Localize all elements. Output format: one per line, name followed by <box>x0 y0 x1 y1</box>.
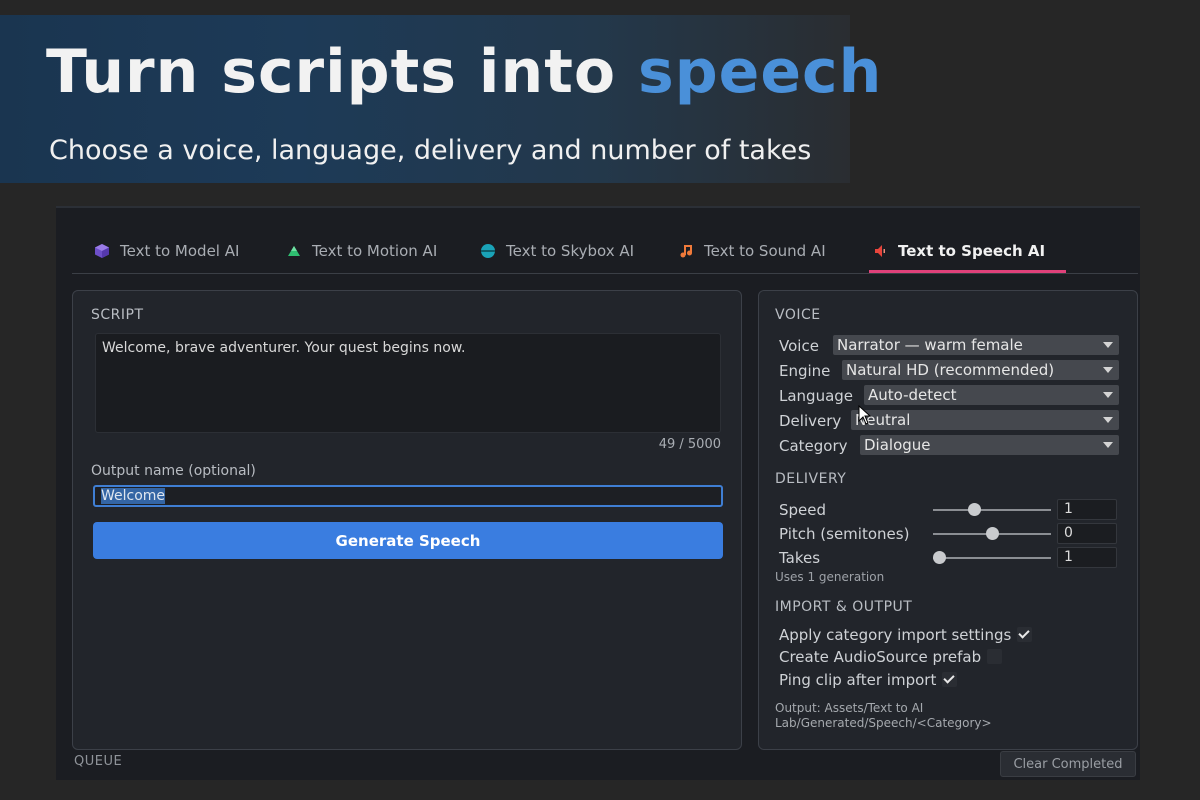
subtitle: Choose a voice, language, delivery and n… <box>49 135 812 166</box>
language-dropdown[interactable]: Auto-detect <box>864 385 1119 405</box>
generation-hint: Uses 1 generation <box>775 570 885 584</box>
category-value: Dialogue <box>864 436 931 454</box>
speed-row: Speed 1 <box>779 499 1119 521</box>
delivery-dropdown[interactable]: Neutral <box>851 410 1119 430</box>
chevron-down-icon <box>1103 367 1113 373</box>
chevron-down-icon <box>1103 417 1113 423</box>
pitch-slider-thumb[interactable] <box>986 527 999 540</box>
chevron-down-icon <box>1103 442 1113 448</box>
tab-label: Text to Speech AI <box>898 242 1046 260</box>
headline-accent: speech <box>638 37 883 107</box>
engine-label: Engine <box>779 362 831 380</box>
pitch-value-field[interactable]: 0 <box>1057 523 1117 544</box>
delivery-row: Delivery Neutral <box>779 410 1119 432</box>
check-row-apply-category: Apply category import settings <box>779 626 1033 646</box>
tab-label: Text to Model AI <box>120 242 240 260</box>
check-label: Apply category import settings <box>779 626 1012 644</box>
script-section-title: SCRIPT <box>91 307 144 323</box>
speed-slider-thumb[interactable] <box>968 503 982 516</box>
category-label: Category <box>779 437 848 455</box>
voice-row: Voice Narrator — warm female <box>779 335 1119 357</box>
tab-text-to-motion[interactable]: Text to Motion AI <box>286 232 437 270</box>
check-label: Create AudioSource prefab <box>779 648 982 666</box>
tab-text-to-skybox[interactable]: Text to Skybox AI <box>480 232 634 270</box>
script-panel: SCRIPT Welcome, brave adventurer. Your q… <box>72 290 742 750</box>
engine-value: Natural HD (recommended) <box>846 361 1055 379</box>
speed-label: Speed <box>779 501 827 519</box>
category-dropdown[interactable]: Dialogue <box>860 435 1119 455</box>
output-name-input[interactable]: Welcome <box>93 485 723 507</box>
voice-value: Narrator — warm female <box>837 336 1023 354</box>
check-label: Ping clip after import <box>779 671 937 689</box>
check-row-audiosource: Create AudioSource prefab <box>779 648 1003 668</box>
voice-section-title: VOICE <box>775 307 821 323</box>
headline-main: Turn scripts into <box>46 37 617 107</box>
app-window: Text to Model AI Text to Motion AI Text … <box>56 206 1140 780</box>
engine-row: Engine Natural HD (recommended) <box>779 360 1119 382</box>
language-label: Language <box>779 387 854 405</box>
selected-text: Welcome <box>101 488 166 504</box>
tab-label: Text to Motion AI <box>312 242 438 260</box>
music-note-icon <box>678 243 694 259</box>
takes-slider-thumb[interactable] <box>932 551 946 564</box>
tab-label: Text to Skybox AI <box>506 242 635 260</box>
voice-dropdown[interactable]: Narrator — warm female <box>833 335 1119 355</box>
script-textarea[interactable]: Welcome, brave adventurer. Your quest be… <box>95 333 721 433</box>
generate-speech-button[interactable]: Generate Speech <box>93 522 723 559</box>
pitch-label: Pitch (semitones) <box>779 525 910 543</box>
takes-value-field[interactable]: 1 <box>1057 547 1117 568</box>
category-row: Category Dialogue <box>779 435 1119 457</box>
queue-section-title: QUEUE <box>74 754 123 769</box>
speed-slider-track[interactable] <box>933 509 1051 511</box>
chevron-down-icon <box>1103 392 1113 398</box>
apply-category-checkbox[interactable] <box>1017 627 1033 642</box>
hero-banner: Turn scripts into speech Choose a voice,… <box>0 15 881 183</box>
takes-row: Takes 1 <box>779 547 1119 569</box>
tab-text-to-sound[interactable]: Text to Sound AI <box>678 232 826 270</box>
output-path: Output: Assets/Text to AI Lab/Generated/… <box>775 701 992 730</box>
tab-text-to-speech[interactable]: Text to Speech AI <box>872 232 1045 270</box>
create-audiosource-checkbox[interactable] <box>987 649 1003 664</box>
active-tab-indicator <box>869 270 1066 273</box>
takes-slider-track[interactable] <box>933 557 1051 559</box>
tab-bar: Text to Model AI Text to Motion AI Text … <box>72 222 1138 274</box>
cube-icon <box>94 243 110 259</box>
headline: Turn scripts into speech <box>46 37 882 107</box>
speed-value-field[interactable]: 1 <box>1057 499 1117 520</box>
voice-panel: VOICE Voice Narrator — warm female Engin… <box>758 290 1138 750</box>
check-row-ping-clip: Ping clip after import <box>779 671 958 691</box>
speaker-icon <box>872 243 888 259</box>
clear-completed-button[interactable]: Clear Completed <box>1000 751 1136 777</box>
language-value: Auto-detect <box>868 386 957 404</box>
triangle-icon <box>286 243 302 259</box>
delivery-label: Delivery <box>779 412 842 430</box>
language-row: Language Auto-detect <box>779 385 1119 407</box>
pitch-row: Pitch (semitones) 0 <box>779 523 1119 545</box>
delivery-section-title: DELIVERY <box>775 471 847 487</box>
tab-label: Text to Sound AI <box>704 242 826 260</box>
tab-text-to-model[interactable]: Text to Model AI <box>94 232 239 270</box>
takes-label: Takes <box>779 549 821 567</box>
output-name-label: Output name (optional) <box>91 463 256 479</box>
sphere-icon <box>480 243 496 259</box>
voice-label: Voice <box>779 337 819 355</box>
engine-dropdown[interactable]: Natural HD (recommended) <box>842 360 1119 380</box>
import-output-section-title: IMPORT & OUTPUT <box>775 599 913 615</box>
ping-clip-checkbox[interactable] <box>942 672 958 687</box>
character-counter: 49 / 5000 <box>658 437 721 452</box>
chevron-down-icon <box>1103 342 1113 348</box>
